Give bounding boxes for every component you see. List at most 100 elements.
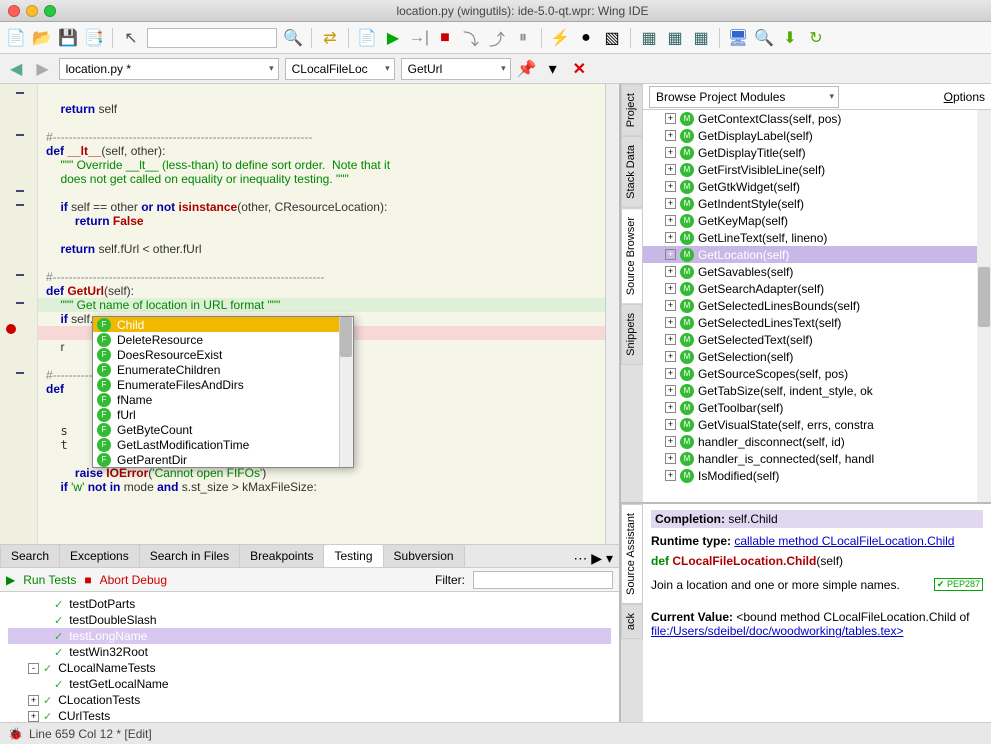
side-tab[interactable]: Stack Data <box>621 136 643 208</box>
new-file-icon[interactable]: 📄 <box>6 28 26 48</box>
zoom-icon[interactable]: 🔍 <box>754 28 774 48</box>
autocomplete-item[interactable]: FDeleteResource <box>93 332 353 347</box>
test-tree-item[interactable]: ✓testWin32Root <box>8 644 611 660</box>
browser-item[interactable]: +MGetSelectedText(self) <box>643 331 991 348</box>
breakpoint-marker[interactable] <box>6 324 16 334</box>
options-link[interactable]: Options <box>944 90 985 104</box>
test-tree-item[interactable]: +✓CLocationTests <box>8 692 611 708</box>
test-tree[interactable]: ✓testDotParts✓testDoubleSlash✓testLongNa… <box>0 592 619 722</box>
test-tree-item[interactable]: ✓testLongName <box>8 628 611 644</box>
pause-icon[interactable]: ⏸ <box>513 28 533 48</box>
autocomplete-item[interactable]: FChild <box>93 317 353 332</box>
test-tree-item[interactable]: -✓CLocalNameTests <box>8 660 611 676</box>
monitor-icon[interactable]: 🖥 <box>728 28 748 48</box>
tree-expand-icon[interactable]: + <box>665 300 676 311</box>
tree-expand-icon[interactable]: + <box>665 385 676 396</box>
search-icon[interactable]: 🔍 <box>283 28 303 48</box>
browser-item[interactable]: +MGetSourceScopes(self, pos) <box>643 365 991 382</box>
step-over-icon[interactable]: ⤵ <box>461 28 481 48</box>
tree-expand-icon[interactable]: + <box>665 436 676 447</box>
autocomplete-item[interactable]: FGetLastModificationTime <box>93 437 353 452</box>
run-tests-button[interactable]: Run Tests <box>23 573 76 587</box>
tree-expand-icon[interactable]: + <box>665 334 676 345</box>
tree-expand-icon[interactable]: + <box>665 113 676 124</box>
autocomplete-item[interactable]: FDoesResourceExist <box>93 347 353 362</box>
test-tree-item[interactable]: ✓testDoubleSlash <box>8 612 611 628</box>
panel-tab[interactable]: Breakpoints <box>239 544 324 567</box>
tree-expand-icon[interactable]: + <box>665 249 676 260</box>
browser-item[interactable]: +MGetDisplayLabel(self) <box>643 127 991 144</box>
abort-debug-button[interactable]: Abort Debug <box>100 573 167 587</box>
tabs-overflow-icon[interactable]: ⋯ ▶ ▾ <box>567 550 619 567</box>
browser-scrollbar[interactable] <box>978 267 990 327</box>
autocomplete-item[interactable]: FGetParentDir <box>93 452 353 467</box>
panel-tab[interactable]: Subversion <box>383 544 465 567</box>
test-tree-item[interactable]: +✓CUrlTests <box>8 708 611 722</box>
browser-item[interactable]: +Mhandler_disconnect(self, id) <box>643 433 991 450</box>
editor-scrollbar[interactable] <box>605 84 619 544</box>
autocomplete-item[interactable]: FEnumerateChildren <box>93 362 353 377</box>
goto-icon[interactable]: ↖ <box>121 28 141 48</box>
panel-tab[interactable]: Testing <box>323 544 383 567</box>
browser-item[interactable]: +MGetSelection(self) <box>643 348 991 365</box>
open-folder-icon[interactable]: 📂 <box>32 28 52 48</box>
breakpoint-icon[interactable]: ● <box>576 28 596 48</box>
tree-expand-icon[interactable]: + <box>665 317 676 328</box>
panel2-icon[interactable]: ▦ <box>665 28 685 48</box>
download-icon[interactable]: ⬇ <box>780 28 800 48</box>
save-icon[interactable]: 💾 <box>58 28 78 48</box>
tree-expand-icon[interactable]: + <box>665 266 676 277</box>
browser-item[interactable]: +MGetIndentStyle(self) <box>643 195 991 212</box>
browser-item[interactable]: +MGetKeyMap(self) <box>643 212 991 229</box>
browser-item[interactable]: +MGetSearchAdapter(self) <box>643 280 991 297</box>
close-tab-icon[interactable]: ✕ <box>569 59 590 79</box>
browser-item[interactable]: +MGetSavables(self) <box>643 263 991 280</box>
filter-input[interactable] <box>473 571 613 589</box>
tree-expand-icon[interactable]: + <box>665 368 676 379</box>
panel-tab[interactable]: Exceptions <box>59 544 140 567</box>
nav-forward-icon[interactable]: ▶ <box>32 59 52 79</box>
autocomplete-item[interactable]: FGetByteCount <box>93 422 353 437</box>
window-close-button[interactable] <box>8 5 20 17</box>
autocomplete-item[interactable]: FfUrl <box>93 407 353 422</box>
browser-item[interactable]: +MGetContextClass(self, pos) <box>643 110 991 127</box>
browser-item[interactable]: +MGetSelectedLinesBounds(self) <box>643 297 991 314</box>
tree-expand-icon[interactable]: + <box>665 181 676 192</box>
tree-expand-icon[interactable]: + <box>665 453 676 464</box>
layout-icon[interactable]: ▧ <box>602 28 622 48</box>
autocomplete-item[interactable]: FfName <box>93 392 353 407</box>
runtime-type-link[interactable]: callable method CLocalFileLocation.Child <box>734 534 954 548</box>
tree-expand-icon[interactable]: + <box>665 402 676 413</box>
browser-item[interactable]: +MGetLocation(self) <box>643 246 991 263</box>
autocomplete-item[interactable]: FEnumerateFilesAndDirs <box>93 377 353 392</box>
stop-icon[interactable]: ■ <box>435 28 455 48</box>
nav-back-icon[interactable]: ◀ <box>6 59 26 79</box>
tree-expand-icon[interactable]: + <box>665 164 676 175</box>
sync-icon[interactable]: ↻ <box>806 28 826 48</box>
search-input[interactable] <box>147 28 277 48</box>
tree-expand-icon[interactable]: + <box>665 470 676 481</box>
window-minimize-button[interactable] <box>26 5 38 17</box>
side-tab[interactable]: Source Browser <box>621 208 643 304</box>
panel-tab[interactable]: Search <box>0 544 60 567</box>
browser-item[interactable]: +MGetVisualState(self, errs, constra <box>643 416 991 433</box>
function-dropdown[interactable]: GetUrl <box>401 58 511 80</box>
side-tab[interactable]: Source Assistant <box>621 504 643 604</box>
options-menu-icon[interactable]: ▾ <box>543 59 563 79</box>
tree-expand-icon[interactable]: + <box>665 198 676 209</box>
browser-item[interactable]: +MGetSelectedLinesText(self) <box>643 314 991 331</box>
test-tree-item[interactable]: ✓testDotParts <box>8 596 611 612</box>
save-all-icon[interactable]: 📑 <box>84 28 104 48</box>
browser-item[interactable]: +Mhandler_is_connected(self, handl <box>643 450 991 467</box>
indent-icon[interactable]: ⇄ <box>320 28 340 48</box>
step-into-icon[interactable]: →| <box>409 28 429 48</box>
browser-item[interactable]: +MGetDisplayTitle(self) <box>643 144 991 161</box>
browser-item[interactable]: +MIsModified(self) <box>643 467 991 484</box>
window-maximize-button[interactable] <box>44 5 56 17</box>
code-editor[interactable]: return self #---------------------------… <box>0 84 619 544</box>
browser-item[interactable]: +MGetTabSize(self, indent_style, ok <box>643 382 991 399</box>
debug-file-icon[interactable]: 📄 <box>357 28 377 48</box>
panel3-icon[interactable]: ▦ <box>691 28 711 48</box>
side-tab[interactable]: Snippets <box>621 304 643 365</box>
tree-expand-icon[interactable]: + <box>665 215 676 226</box>
